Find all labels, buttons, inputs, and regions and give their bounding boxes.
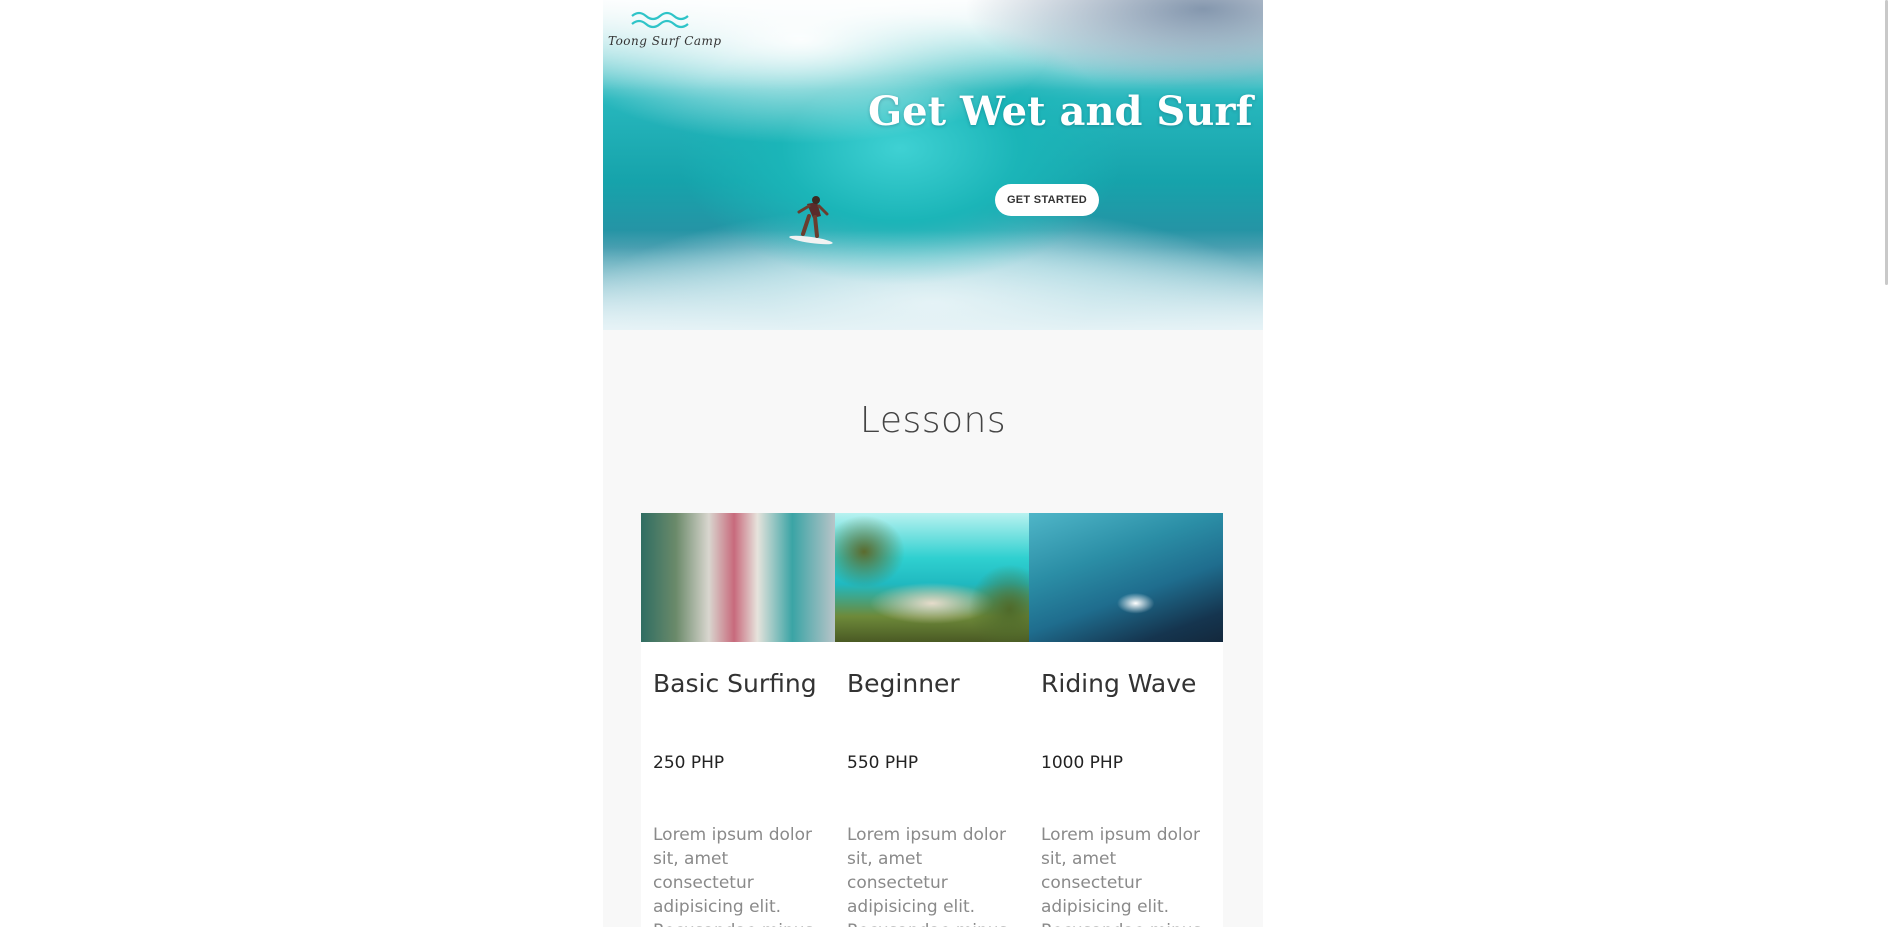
wave-shadow <box>963 0 1263 90</box>
lesson-card-basic-surfing[interactable]: Basic Surfing 250 PHP Lorem ipsum dolor … <box>641 513 835 927</box>
lesson-card-riding-wave[interactable]: Riding Wave 1000 PHP Lorem ipsum dolor s… <box>1029 513 1223 927</box>
lesson-price: 1000 PHP <box>1041 753 1123 773</box>
lesson-title: Basic Surfing <box>653 669 817 698</box>
wave-foam-bottom <box>603 230 1263 330</box>
lesson-description: Lorem ipsum dolor sit, amet consectetur … <box>1041 825 1201 927</box>
page-scrollbar[interactable] <box>1875 0 1890 927</box>
lesson-title: Beginner <box>847 669 960 698</box>
scrollbar-thumb[interactable] <box>1885 0 1888 285</box>
lesson-price: 250 PHP <box>653 753 725 773</box>
lesson-image <box>1029 513 1223 642</box>
page-container: Toong Surf Camp Get Wet and Surf GET STA… <box>603 0 1263 927</box>
hero-title: Get Wet and Surf <box>868 88 1253 135</box>
lesson-description: Lorem ipsum dolor sit, amet consectetur … <box>653 825 813 927</box>
lesson-title: Riding Wave <box>1041 669 1197 698</box>
wave-logo-icon <box>631 11 689 29</box>
lesson-image <box>641 513 835 642</box>
brand-name: Toong Surf Camp <box>608 34 722 48</box>
surfer-image <box>789 196 833 245</box>
lesson-description: Lorem ipsum dolor sit, amet consectetur … <box>847 825 1007 927</box>
site-logo[interactable]: Toong Surf Camp <box>608 8 721 58</box>
lesson-price: 550 PHP <box>847 753 919 773</box>
lesson-image <box>835 513 1029 642</box>
hero-banner: Toong Surf Camp Get Wet and Surf GET STA… <box>603 0 1263 330</box>
lessons-heading: Lessons <box>859 400 1007 441</box>
get-started-button[interactable]: GET STARTED <box>995 184 1099 216</box>
lesson-card-beginner[interactable]: Beginner 550 PHP Lorem ipsum dolor sit, … <box>835 513 1029 927</box>
lessons-card-list: Basic Surfing 250 PHP Lorem ipsum dolor … <box>641 513 1223 927</box>
